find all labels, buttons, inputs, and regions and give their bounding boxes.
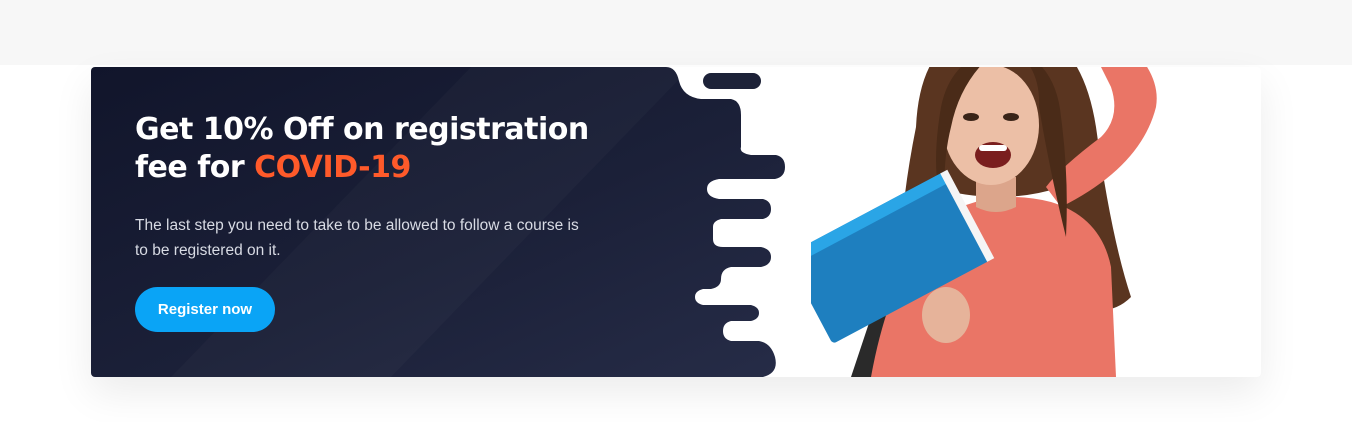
promo-headline: Get 10% Off on registration fee for COVI… — [135, 111, 605, 187]
promo-description: The last step you need to take to be all… — [135, 217, 579, 259]
student-photo — [811, 67, 1157, 377]
headline-accent-text: COVID-19 — [254, 150, 411, 185]
promo-banner: Get 10% Off on registration fee for COVI… — [91, 67, 1261, 377]
eye-right — [1003, 113, 1019, 121]
teeth — [979, 145, 1007, 151]
eye-left — [963, 113, 979, 121]
register-now-button[interactable]: Register now — [135, 287, 275, 332]
hand — [922, 287, 970, 343]
page-top-band — [0, 0, 1352, 65]
promo-dark-panel: Get 10% Off on registration fee for COVI… — [91, 67, 791, 377]
